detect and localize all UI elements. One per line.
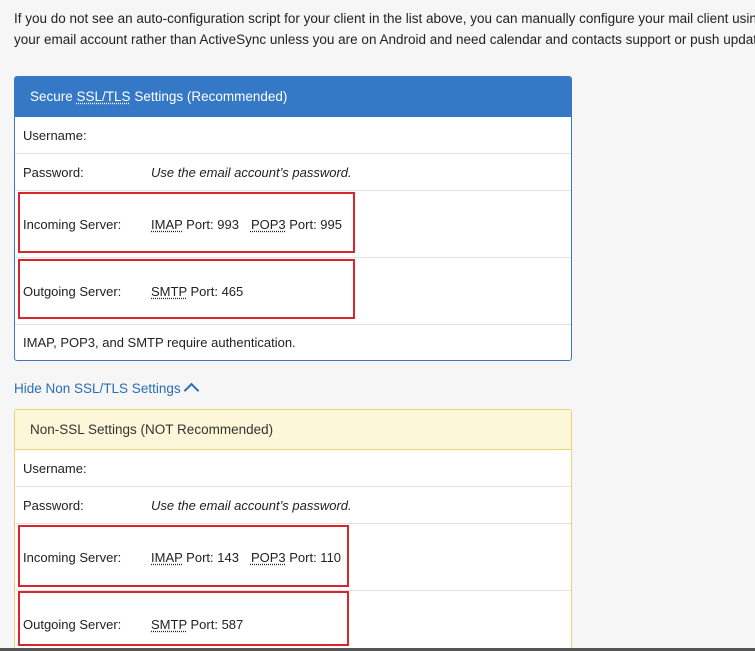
nonssl-password-row: Password: Use the email account’s passwo… bbox=[15, 487, 571, 524]
smtp-port-number: Port: 465 bbox=[186, 283, 244, 299]
secure-auth-row: IMAP, POP3, and SMTP require authenticat… bbox=[15, 325, 571, 360]
page: If you do not see an auto-configuration … bbox=[0, 0, 755, 651]
secure-username-row: Username: bbox=[15, 117, 571, 154]
pop3-abbr: POP3 bbox=[250, 216, 286, 232]
imap-port: IMAP Port: 143 bbox=[151, 550, 239, 565]
smtp-port-number: Port: 587 bbox=[186, 617, 244, 632]
secure-outgoing-row: Outgoing Server: SMTP Port: 465 bbox=[15, 258, 571, 325]
outgoing-server-value: SMTP Port: 587 bbox=[151, 617, 243, 632]
imap-abbr: IMAP bbox=[151, 549, 183, 565]
non-ssl-settings-header: Non-SSL Settings (NOT Recommended) bbox=[15, 410, 571, 450]
incoming-server-value: IMAP Port: 143 POP3 Port: 110 bbox=[151, 550, 341, 565]
outgoing-server-label: Outgoing Server: bbox=[23, 617, 122, 632]
imap-port-number: Port: 993 bbox=[182, 216, 239, 232]
secure-incoming-row: Incoming Server: IMAP Port: 993 POP3 Port… bbox=[15, 191, 571, 258]
username-label: Username: bbox=[23, 127, 87, 143]
pop3-port-number: Port: 110 bbox=[285, 549, 342, 565]
incoming-server-label: Incoming Server: bbox=[23, 549, 122, 565]
pop3-port: POP3 Port: 110 bbox=[251, 550, 341, 565]
non-ssl-settings-panel: Non-SSL Settings (NOT Recommended) Usern… bbox=[14, 409, 572, 651]
secure-settings-panel: Secure SSL/TLS Settings (Recommended) Us… bbox=[14, 76, 572, 361]
intro-line-2: your email account rather than ActiveSyn… bbox=[14, 32, 755, 47]
nonssl-username-row: Username: bbox=[15, 450, 571, 487]
pop3-port: POP3 Port: 995 bbox=[251, 217, 342, 232]
secure-settings-header: Secure SSL/TLS Settings (Recommended) bbox=[15, 77, 571, 117]
incoming-server-label: Incoming Server: bbox=[23, 216, 122, 232]
auth-note: IMAP, POP3, and SMTP require authenticat… bbox=[23, 335, 296, 350]
imap-port: IMAP Port: 993 bbox=[151, 217, 239, 232]
intro-line-1: If you do not see an auto-configuration … bbox=[14, 11, 755, 26]
nonssl-outgoing-row: Outgoing Server: SMTP Port: 587 bbox=[15, 591, 571, 651]
chevron-up-icon bbox=[183, 382, 199, 399]
outgoing-server-value: SMTP Port: 465 bbox=[151, 284, 243, 299]
nonssl-incoming-row: Incoming Server: IMAP Port: 143 POP3 Port… bbox=[15, 524, 571, 591]
username-label: Username: bbox=[23, 460, 87, 476]
secure-title-prefix: Secure bbox=[30, 89, 77, 104]
pop3-abbr: POP3 bbox=[250, 549, 286, 565]
hide-non-ssl-settings-link[interactable]: Hide Non SSL/TLS Settings bbox=[14, 380, 199, 399]
pop3-port-number: Port: 995 bbox=[285, 216, 342, 232]
incoming-server-value: IMAP Port: 993 POP3 Port: 995 bbox=[151, 217, 342, 232]
secure-title-suffix: Settings (Recommended) bbox=[130, 89, 288, 104]
smtp-abbr: SMTP bbox=[151, 283, 187, 299]
imap-abbr: IMAP bbox=[151, 216, 183, 232]
password-value: Use the email account’s password. bbox=[151, 164, 352, 180]
secure-password-row: Password: Use the email account’s passwo… bbox=[15, 154, 571, 191]
toggle-label: Hide Non SSL/TLS Settings bbox=[14, 380, 181, 396]
imap-port-number: Port: 143 bbox=[182, 549, 239, 565]
password-label: Password: bbox=[23, 164, 84, 180]
outgoing-server-label: Outgoing Server: bbox=[23, 283, 122, 299]
smtp-abbr: SMTP bbox=[151, 617, 187, 632]
ssl-tls-abbr: SSL/TLS bbox=[76, 89, 131, 104]
password-label: Password: bbox=[23, 497, 84, 513]
password-value: Use the email account’s password. bbox=[151, 497, 352, 513]
intro-text: If you do not see an auto-configuration … bbox=[14, 8, 755, 50]
